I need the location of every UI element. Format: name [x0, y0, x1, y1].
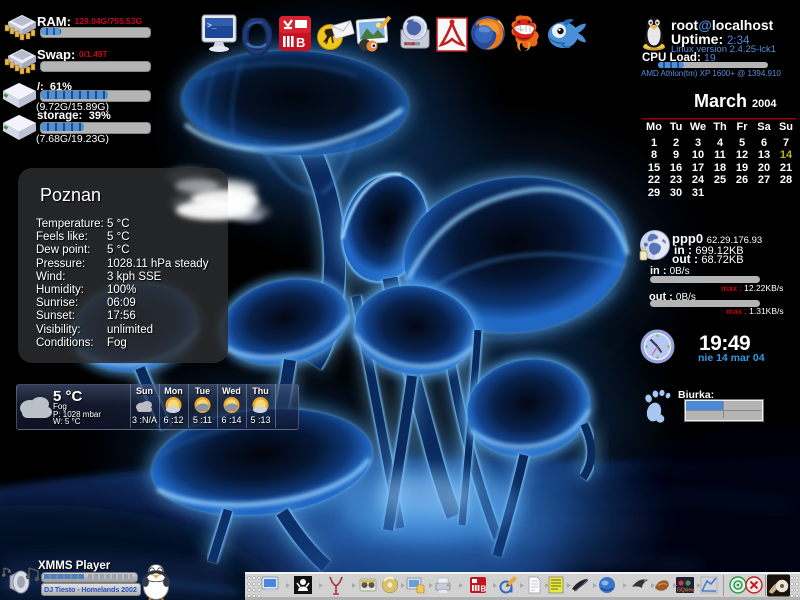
svg-text:B: B — [481, 585, 487, 594]
svg-text:GQview: GQview — [677, 588, 695, 594]
svg-text:>_: >_ — [207, 22, 217, 31]
svg-text:B: B — [296, 35, 305, 50]
